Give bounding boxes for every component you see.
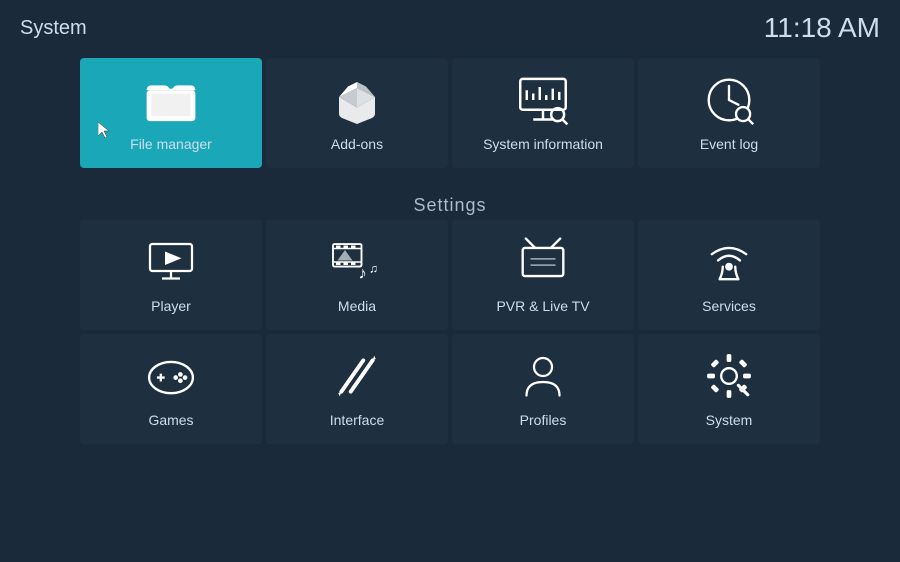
clock: 11:18 AM	[764, 12, 880, 44]
tile-system[interactable]: System	[638, 334, 820, 444]
tile-label-add-ons: Add-ons	[331, 136, 383, 152]
svg-text:♪: ♪	[359, 265, 367, 283]
tile-event-log[interactable]: Event log	[638, 58, 820, 168]
svg-text:♫: ♫	[369, 262, 378, 276]
tile-label-profiles: Profiles	[520, 412, 567, 428]
profiles-icon	[517, 350, 569, 402]
tile-label-system: System	[706, 412, 753, 428]
settings-row-2: Games Interface	[80, 334, 820, 444]
tile-profiles[interactable]: Profiles	[452, 334, 634, 444]
system-info-icon	[517, 74, 569, 126]
page-title: System	[20, 17, 87, 40]
tile-label-file-manager: File manager	[130, 136, 212, 152]
tile-label-games: Games	[148, 412, 193, 428]
settings-row-1: Player ♪	[80, 220, 820, 330]
tile-interface[interactable]: Interface	[266, 334, 448, 444]
services-icon	[703, 236, 755, 288]
interface-icon	[331, 350, 383, 402]
tile-label-system-information: System information	[483, 136, 603, 152]
addons-icon	[331, 74, 383, 126]
pvr-icon	[517, 236, 569, 288]
tile-file-manager[interactable]: File manager	[80, 58, 262, 168]
tile-system-information[interactable]: System information	[452, 58, 634, 168]
settings-section-label: Settings	[0, 195, 900, 216]
tile-label-media: Media	[338, 298, 376, 314]
media-icon: ♪ ♫	[331, 236, 383, 288]
games-icon	[145, 350, 197, 402]
top-tiles-row: File manager Add-ons	[80, 58, 820, 168]
player-icon	[145, 236, 197, 288]
header: System 11:18 AM	[0, 0, 900, 56]
tile-games[interactable]: Games	[80, 334, 262, 444]
tile-pvr-live-tv[interactable]: PVR & Live TV	[452, 220, 634, 330]
tile-media[interactable]: ♪ ♫ Media	[266, 220, 448, 330]
folder-icon	[145, 74, 197, 126]
tile-add-ons[interactable]: Add-ons	[266, 58, 448, 168]
tile-label-pvr-live-tv: PVR & Live TV	[496, 298, 589, 314]
settings-grid: Player ♪	[80, 220, 820, 444]
tile-label-interface: Interface	[330, 412, 384, 428]
tile-player[interactable]: Player	[80, 220, 262, 330]
tile-label-player: Player	[151, 298, 191, 314]
event-log-icon	[703, 74, 755, 126]
tile-label-services: Services	[702, 298, 756, 314]
system-icon	[703, 350, 755, 402]
tile-label-event-log: Event log	[700, 136, 758, 152]
tile-services[interactable]: Services	[638, 220, 820, 330]
